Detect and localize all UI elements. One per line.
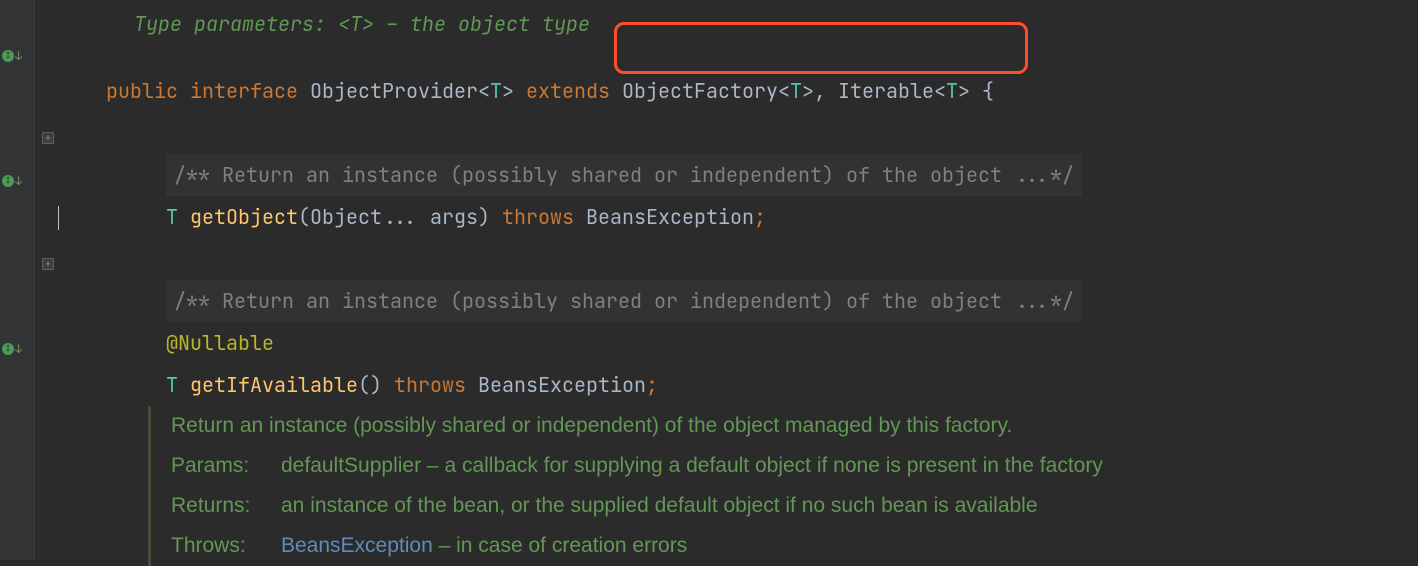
editor-gutter: I ↓ I ↓ I ↓ — [0, 0, 35, 560]
doc-summary: Return an instance (possibly shared or i… — [171, 406, 1418, 446]
override-arrow-icon[interactable]: ↓ — [15, 48, 22, 64]
override-arrow-icon[interactable]: ↓ — [15, 173, 22, 189]
doc-throws-label: Throws: — [171, 526, 281, 566]
blank-line — [58, 364, 1418, 406]
javadoc-line: /** Return an instance (possibly shared … — [58, 238, 1418, 280]
implements-icon[interactable]: I — [2, 175, 14, 187]
doc-params-text: defaultSupplier – a callback for supplyi… — [281, 454, 1103, 477]
override-arrow-icon[interactable]: ↓ — [15, 341, 22, 357]
implements-icon[interactable]: I — [2, 50, 14, 62]
method-signature: T getObject(Object... args) throws Beans… — [58, 154, 1418, 196]
code-editor[interactable]: Type parameters: <T> – the object type p… — [58, 0, 1418, 560]
rendered-javadoc: Return an instance (possibly shared or i… — [148, 406, 1418, 566]
blank-line — [58, 70, 1418, 112]
caret-line — [58, 196, 1418, 238]
declaration-line: public interface ObjectProvider<T> exten… — [58, 28, 1418, 70]
doc-params-label: Params: — [171, 446, 281, 486]
implements-icon[interactable]: I — [2, 343, 14, 355]
fold-toggle-icon[interactable]: + — [42, 258, 54, 270]
caret-icon — [58, 206, 59, 230]
doc-returns-label: Returns: — [171, 486, 281, 526]
doc-returns-text: an instance of the bean, or the supplied… — [281, 494, 1038, 517]
method-signature: T getIfAvailable() throws BeansException… — [58, 322, 1418, 364]
doc-throws-text: – in case of creation errors — [433, 534, 687, 557]
annotation-line: @Nullable — [58, 280, 1418, 322]
doc-throws-link[interactable]: BeansException — [281, 534, 433, 557]
comment-line: Type parameters: <T> – the object type — [58, 0, 1418, 14]
fold-toggle-icon[interactable]: + — [42, 132, 54, 144]
javadoc-line: /** Return an instance (possibly shared … — [58, 112, 1418, 154]
